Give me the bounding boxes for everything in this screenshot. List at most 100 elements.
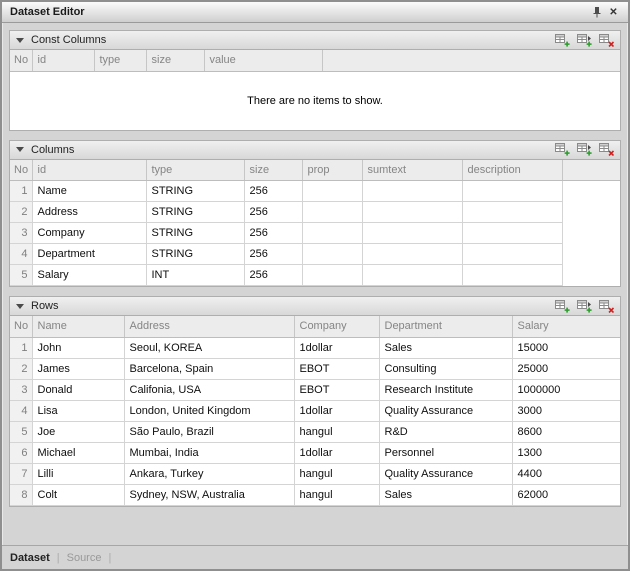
cell-salary[interactable]: 25000 — [512, 358, 620, 379]
cell-salary[interactable]: 4400 — [512, 463, 620, 484]
column-header-company[interactable]: Company — [294, 316, 379, 337]
column-header-salary[interactable]: Salary — [512, 316, 620, 337]
cell-type[interactable]: INT — [146, 265, 244, 286]
column-header-sumtext[interactable]: sumtext — [362, 160, 462, 181]
row-number-cell[interactable]: 8 — [10, 484, 32, 505]
cell-name[interactable]: Lisa — [32, 400, 124, 421]
cell-address[interactable]: Seoul, KOREA — [124, 337, 294, 358]
cell-size[interactable]: 256 — [244, 202, 302, 223]
row-number-cell[interactable]: 3 — [10, 379, 32, 400]
column-header-id[interactable]: id — [32, 160, 146, 181]
column-header-id[interactable]: id — [32, 50, 94, 71]
row-number-cell[interactable]: 2 — [10, 202, 32, 223]
cell-prop[interactable] — [302, 181, 362, 202]
cell-id[interactable]: Company — [32, 223, 146, 244]
cell-id[interactable]: Department — [32, 244, 146, 265]
cell-salary[interactable]: 3000 — [512, 400, 620, 421]
cell-address[interactable]: London, United Kingdom — [124, 400, 294, 421]
cell-salary[interactable]: 15000 — [512, 337, 620, 358]
cell-salary[interactable]: 1000000 — [512, 379, 620, 400]
cell-name[interactable]: James — [32, 358, 124, 379]
columns-section-header[interactable]: Columns — [9, 140, 621, 160]
cell-address[interactable]: Ankara, Turkey — [124, 463, 294, 484]
cell-address[interactable]: Mumbai, India — [124, 442, 294, 463]
cell-name[interactable]: Colt — [32, 484, 124, 505]
cell-size[interactable]: 256 — [244, 181, 302, 202]
cell-department[interactable]: Personnel — [379, 442, 512, 463]
cell-id[interactable]: Address — [32, 202, 146, 223]
cell-company[interactable]: hangul — [294, 484, 379, 505]
column-header-name[interactable]: Name — [32, 316, 124, 337]
row-number-cell[interactable]: 7 — [10, 463, 32, 484]
cell-prop[interactable] — [302, 223, 362, 244]
row-number-cell[interactable]: 5 — [10, 421, 32, 442]
cell-prop[interactable] — [302, 202, 362, 223]
column-header-department[interactable]: Department — [379, 316, 512, 337]
cell-name[interactable]: Michael — [32, 442, 124, 463]
column-header-no[interactable]: No — [10, 160, 32, 181]
column-header-prop[interactable]: prop — [302, 160, 362, 181]
cell-size[interactable]: 256 — [244, 244, 302, 265]
row-number-cell[interactable]: 1 — [10, 337, 32, 358]
column-header-address[interactable]: Address — [124, 316, 294, 337]
insert-row-button[interactable] — [575, 142, 593, 157]
delete-row-button[interactable] — [597, 142, 615, 157]
row-number-cell[interactable]: 4 — [10, 244, 32, 265]
cell-sumtext[interactable] — [362, 202, 462, 223]
cell-department[interactable]: R&D — [379, 421, 512, 442]
tab-dataset[interactable]: Dataset — [10, 552, 50, 564]
cell-address[interactable]: Barcelona, Spain — [124, 358, 294, 379]
column-header-description[interactable]: description — [462, 160, 562, 181]
cell-salary[interactable]: 1300 — [512, 442, 620, 463]
column-header-size[interactable]: size — [244, 160, 302, 181]
cell-address[interactable]: São Paulo, Brazil — [124, 421, 294, 442]
cell-company[interactable]: 1dollar — [294, 442, 379, 463]
delete-row-button[interactable] — [597, 299, 615, 314]
rows-section-header[interactable]: Rows — [9, 296, 621, 316]
cell-type[interactable]: STRING — [146, 181, 244, 202]
tab-source[interactable]: Source — [67, 552, 102, 564]
cell-company[interactable]: 1dollar — [294, 400, 379, 421]
row-number-cell[interactable]: 5 — [10, 265, 32, 286]
column-header-size[interactable]: size — [146, 50, 204, 71]
cell-address[interactable]: Sydney, NSW, Australia — [124, 484, 294, 505]
row-number-cell[interactable]: 3 — [10, 223, 32, 244]
column-header-type[interactable]: type — [146, 160, 244, 181]
cell-salary[interactable]: 8600 — [512, 421, 620, 442]
cell-type[interactable]: STRING — [146, 202, 244, 223]
row-number-cell[interactable]: 2 — [10, 358, 32, 379]
cell-sumtext[interactable] — [362, 265, 462, 286]
cell-description[interactable] — [462, 244, 562, 265]
close-button[interactable]: ✕ — [605, 5, 622, 20]
cell-name[interactable]: Donald — [32, 379, 124, 400]
cell-description[interactable] — [462, 181, 562, 202]
cell-type[interactable]: STRING — [146, 244, 244, 265]
cell-department[interactable]: Consulting — [379, 358, 512, 379]
pin-button[interactable] — [588, 5, 605, 20]
cell-company[interactable]: hangul — [294, 421, 379, 442]
column-header-type[interactable]: type — [94, 50, 146, 71]
row-number-cell[interactable]: 1 — [10, 181, 32, 202]
cell-prop[interactable] — [302, 244, 362, 265]
delete-row-button[interactable] — [597, 33, 615, 48]
cell-sumtext[interactable] — [362, 244, 462, 265]
cell-prop[interactable] — [302, 265, 362, 286]
cell-name[interactable]: Lilli — [32, 463, 124, 484]
cell-id[interactable]: Name — [32, 181, 146, 202]
row-number-cell[interactable]: 4 — [10, 400, 32, 421]
cell-salary[interactable]: 62000 — [512, 484, 620, 505]
cell-department[interactable]: Quality Assurance — [379, 463, 512, 484]
cell-company[interactable]: EBOT — [294, 379, 379, 400]
cell-company[interactable]: EBOT — [294, 358, 379, 379]
cell-department[interactable]: Sales — [379, 484, 512, 505]
cell-size[interactable]: 256 — [244, 265, 302, 286]
cell-sumtext[interactable] — [362, 223, 462, 244]
add-row-button[interactable] — [553, 142, 571, 157]
cell-company[interactable]: 1dollar — [294, 337, 379, 358]
cell-description[interactable] — [462, 265, 562, 286]
cell-id[interactable]: Salary — [32, 265, 146, 286]
const-columns-section-header[interactable]: Const Columns — [9, 30, 621, 50]
cell-name[interactable]: John — [32, 337, 124, 358]
insert-row-button[interactable] — [575, 33, 593, 48]
column-header-no[interactable]: No — [10, 50, 32, 71]
